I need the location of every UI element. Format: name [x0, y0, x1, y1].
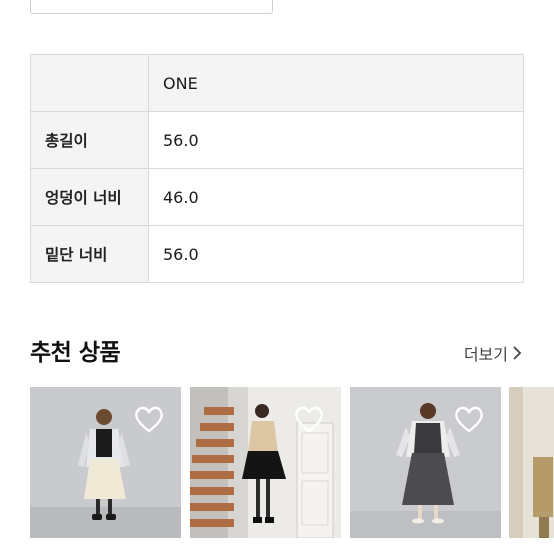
recommended-products-carousel[interactable] [30, 387, 554, 538]
size-table-row: 엉덩이 너비 46.0 [30, 168, 524, 226]
product-image [509, 387, 554, 538]
see-more-link[interactable]: 더보기 [464, 341, 522, 365]
size-column-header: ONE [148, 54, 524, 112]
size-table-row: 총길이 56.0 [30, 111, 524, 169]
product-card[interactable] [350, 387, 501, 538]
chevron-right-icon [513, 346, 522, 360]
recommended-section-title: 추천 상품 [30, 340, 121, 366]
size-row-label: 총길이 [30, 111, 149, 169]
heart-icon[interactable] [453, 404, 485, 434]
size-row-value: 46.0 [148, 168, 524, 226]
size-row-value: 56.0 [148, 225, 524, 283]
heart-icon[interactable] [293, 404, 325, 434]
size-row-label: 엉덩이 너비 [30, 168, 149, 226]
product-card[interactable] [190, 387, 341, 538]
heart-icon[interactable] [133, 404, 165, 434]
size-row-value: 56.0 [148, 111, 524, 169]
product-card[interactable] [30, 387, 181, 538]
size-table-corner-cell [30, 54, 149, 112]
product-name-partial [30, 545, 181, 554]
size-table-header-row: ONE [30, 54, 524, 112]
size-table-row: 밑단 너비 56.0 [30, 225, 524, 283]
see-more-label: 더보기 [463, 345, 508, 364]
option-select-box[interactable] [30, 0, 273, 14]
size-row-label: 밑단 너비 [30, 225, 149, 283]
product-card[interactable] [509, 387, 554, 538]
size-table: ONE 총길이 56.0 엉덩이 너비 46.0 밑단 너비 56.0 [30, 54, 524, 283]
